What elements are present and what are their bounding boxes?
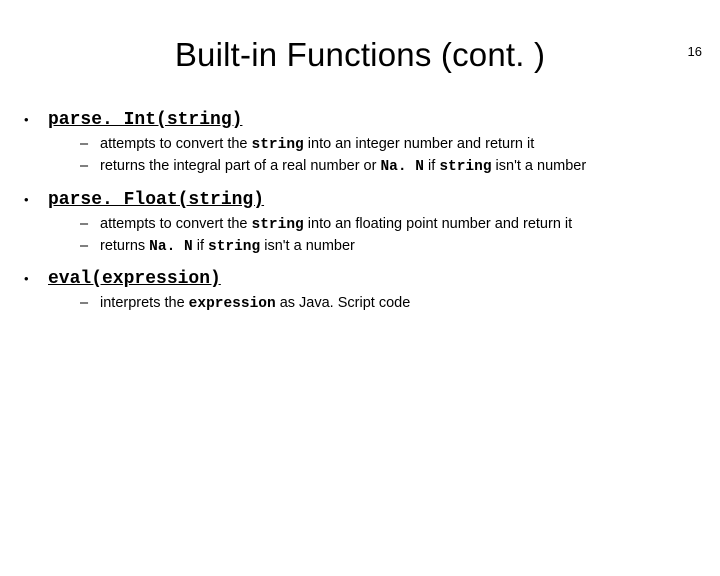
bullet-item: • eval(expression) bbox=[24, 267, 704, 289]
bullet-label: eval(expression) bbox=[48, 269, 221, 289]
bullet-item: • parse. Int(string) bbox=[24, 108, 704, 130]
dash-marker: – bbox=[80, 236, 100, 256]
sub-list: – interprets the expression as Java. Scr… bbox=[80, 293, 704, 314]
bullet-marker: • bbox=[24, 108, 48, 126]
dash-marker: – bbox=[80, 134, 100, 154]
sub-text: attempts to convert the string into an f… bbox=[100, 214, 704, 235]
sub-item: – returns the integral part of a real nu… bbox=[80, 156, 704, 177]
sub-item: – interprets the expression as Java. Scr… bbox=[80, 293, 704, 314]
dash-marker: – bbox=[80, 214, 100, 234]
bullet-marker: • bbox=[24, 267, 48, 285]
sub-text: interprets the expression as Java. Scrip… bbox=[100, 293, 704, 314]
sub-text: attempts to convert the string into an i… bbox=[100, 134, 704, 155]
bullet-item: • parse. Float(string) bbox=[24, 188, 704, 210]
sub-list: – attempts to convert the string into an… bbox=[80, 214, 704, 258]
sub-text: returns the integral part of a real numb… bbox=[100, 156, 704, 177]
content-area: • parse. Int(string) – attempts to conve… bbox=[0, 108, 720, 314]
bullet-marker: • bbox=[24, 188, 48, 206]
dash-marker: – bbox=[80, 156, 100, 176]
dash-marker: – bbox=[80, 293, 100, 313]
sub-text: returns Na. N if string isn't a number bbox=[100, 236, 704, 257]
sub-item: – returns Na. N if string isn't a number bbox=[80, 236, 704, 257]
sub-list: – attempts to convert the string into an… bbox=[80, 134, 704, 178]
bullet-label: parse. Float(string) bbox=[48, 190, 264, 210]
slide-title: Built-in Functions (cont. ) bbox=[0, 36, 720, 74]
page-number: 16 bbox=[688, 44, 702, 59]
sub-item: – attempts to convert the string into an… bbox=[80, 214, 704, 235]
bullet-label: parse. Int(string) bbox=[48, 110, 242, 130]
sub-item: – attempts to convert the string into an… bbox=[80, 134, 704, 155]
